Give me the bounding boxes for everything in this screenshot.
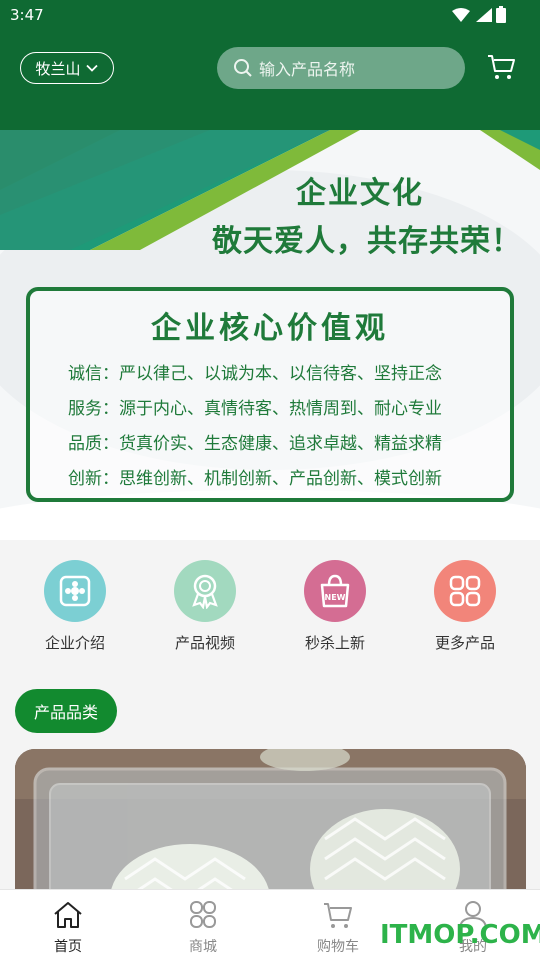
quick-item-company[interactable]: 企业介绍 xyxy=(25,560,125,653)
battery-icon xyxy=(496,6,506,23)
quick-label-flash-sale: 秒杀上新 xyxy=(304,634,365,652)
value-quality: 品质：货真价实、生态健康、追求卓越、精益求精 xyxy=(68,434,442,454)
product-image[interactable] xyxy=(15,749,526,909)
banner-title: 企业文化 xyxy=(296,176,424,211)
quick-item-flash-sale[interactable]: NEW 秒杀上新 xyxy=(285,560,385,653)
nav-cart-label: 购物车 xyxy=(317,939,359,955)
status-icons xyxy=(452,8,492,22)
location-label: 牧兰山 xyxy=(35,59,81,78)
cart-icon[interactable] xyxy=(486,52,516,82)
category-chip[interactable]: 产品品类 xyxy=(15,689,117,733)
status-time: 3:47 xyxy=(10,6,44,24)
values-heading: 企业核心价值观 xyxy=(151,311,389,346)
nav-cart[interactable]: 购物车 xyxy=(298,900,378,956)
header: 牧兰山 输入产品名称 xyxy=(0,30,540,130)
search-icon xyxy=(234,59,252,77)
quick-label-company: 企业介绍 xyxy=(44,634,105,652)
nav-mall-label: 商城 xyxy=(189,939,217,955)
quick-item-video[interactable]: 产品视频 xyxy=(155,560,255,653)
chevron-down-icon xyxy=(85,64,98,72)
signal-icon xyxy=(476,8,492,22)
search-input[interactable]: 输入产品名称 xyxy=(217,47,465,89)
home-icon xyxy=(54,902,82,928)
nav-home[interactable]: 首页 xyxy=(28,900,108,956)
quick-label-video: 产品视频 xyxy=(174,634,235,652)
quick-nav: 企业介绍 产品视频 NEW 秒杀上新 更多产品 xyxy=(0,540,540,670)
watermark: ITMOP.COM xyxy=(380,920,540,950)
wifi-icon xyxy=(452,8,470,22)
value-integrity: 诚信：严以律己、以诚为本、以信待客、坚持正念 xyxy=(68,364,442,384)
product-photo xyxy=(15,749,526,909)
value-service: 服务：源于内心、真情待客、热情周到、耐心专业 xyxy=(68,399,442,419)
svg-text:NEW: NEW xyxy=(325,593,346,602)
value-innovation: 创新：思维创新、机制创新、产品创新、模式创新 xyxy=(68,469,442,489)
location-selector[interactable]: 牧兰山 xyxy=(20,52,114,84)
company-icon xyxy=(44,560,106,622)
grid-icon xyxy=(434,560,496,622)
mall-icon xyxy=(190,901,216,928)
award-icon xyxy=(174,560,236,622)
nav-mall[interactable]: 商城 xyxy=(163,900,243,956)
new-bag-icon: NEW xyxy=(304,560,366,622)
quick-item-more[interactable]: 更多产品 xyxy=(415,560,515,653)
cart-icon xyxy=(324,903,352,928)
quick-label-more: 更多产品 xyxy=(434,634,495,652)
nav-home-label: 首页 xyxy=(54,939,82,955)
search-placeholder: 输入产品名称 xyxy=(259,60,356,79)
banner-subtitle: 敬天爱人，共存共荣！ xyxy=(212,224,522,259)
culture-banner[interactable]: 企业文化 敬天爱人，共存共荣！ 企业核心价值观 诚信：严以律己、以诚为本、以信待… xyxy=(0,130,540,540)
status-bar: 3:47 xyxy=(0,0,540,30)
core-values-box: 企业核心价值观 诚信：严以律己、以诚为本、以信待客、坚持正念 服务：源于内心、真… xyxy=(26,287,514,502)
